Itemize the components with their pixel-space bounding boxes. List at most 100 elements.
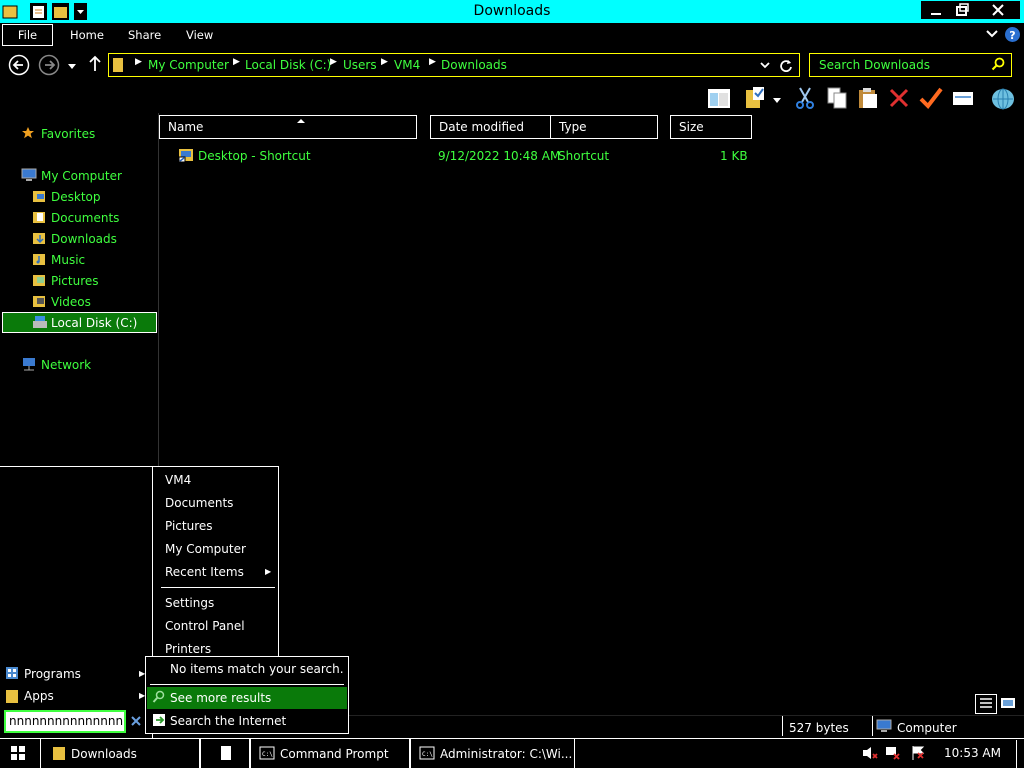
file-name[interactable]: Desktop - Shortcut <box>198 149 311 163</box>
tab-share[interactable]: Share <box>128 28 161 42</box>
nav-local-disk: Local Disk (C:) <box>51 316 138 330</box>
refresh-icon[interactable] <box>779 58 793 75</box>
start-pictures[interactable]: Pictures <box>165 519 213 533</box>
start-search-input[interactable]: nnnnnnnnnnnnnnnnnnnn <box>4 710 126 733</box>
search-small-icon <box>152 690 166 707</box>
popup-separator <box>150 684 344 685</box>
nav-videos[interactable]: Videos <box>51 295 91 309</box>
column-header-name-label: Name <box>168 120 204 134</box>
status-computer-icon <box>876 718 892 737</box>
column-header-size[interactable]: Size <box>670 115 752 139</box>
file-size: 1 KB <box>720 149 748 163</box>
column-header-date[interactable]: Date modified <box>430 115 552 139</box>
expand-ribbon-icon[interactable] <box>985 27 999 44</box>
tab-home[interactable]: Home <box>70 28 104 42</box>
restore-button[interactable] <box>947 1 977 19</box>
copy-icon[interactable] <box>825 86 849 110</box>
large-icons-view-icon[interactable] <box>1000 696 1016 713</box>
title-bar: Downloads <box>0 0 1024 23</box>
details-view-icon[interactable] <box>975 694 997 714</box>
clock[interactable]: 10:53 AM <box>944 746 1001 760</box>
cut-icon[interactable] <box>793 86 817 110</box>
address-bar[interactable]: ▶ My Computer ▶ Local Disk (C:) ▶ Users … <box>108 53 800 77</box>
cmd-icon: C:\ <box>259 746 275 763</box>
start-recent-items[interactable]: Recent Items <box>165 565 244 579</box>
see-more-results-item[interactable]: See more results <box>147 687 347 709</box>
mail-icon[interactable] <box>951 86 975 110</box>
help-icon[interactable]: ? <box>1004 26 1021 46</box>
taskbar-command-prompt[interactable]: C:\ Command Prompt <box>250 739 410 768</box>
nav-downloads[interactable]: Downloads <box>51 232 117 246</box>
network-status-icon[interactable] <box>885 745 901 764</box>
apps-icon <box>5 688 19 707</box>
downloads-folder-icon <box>32 231 46 245</box>
tab-view[interactable]: View <box>186 28 213 42</box>
address-history-chevron-icon[interactable] <box>759 60 771 74</box>
rename-check-icon[interactable] <box>919 86 943 110</box>
start-printers[interactable]: Printers <box>165 642 211 656</box>
column-header-name[interactable]: Name <box>159 115 417 139</box>
folder-icon <box>112 56 128 77</box>
close-button[interactable] <box>976 1 1020 19</box>
start-button-windows-icon[interactable] <box>10 745 26 764</box>
tab-file[interactable]: File <box>2 24 53 46</box>
status-divider <box>872 716 873 736</box>
start-control-panel[interactable]: Control Panel <box>165 619 245 633</box>
paste-icon[interactable] <box>856 86 880 110</box>
forward-icon[interactable] <box>38 54 60 79</box>
globe-icon[interactable] <box>990 86 1014 110</box>
breadcrumb-local-disk[interactable]: Local Disk (C:) <box>245 58 331 72</box>
breadcrumb-downloads[interactable]: Downloads <box>441 58 507 72</box>
search-icon[interactable] <box>991 57 1005 74</box>
nav-music[interactable]: Music <box>51 253 85 267</box>
column-header-type[interactable]: Type <box>550 115 658 139</box>
search-internet-item[interactable]: Search the Internet <box>147 710 347 732</box>
volume-muted-icon[interactable] <box>861 745 879 764</box>
ribbon-tabs: File Home Share View ? <box>0 23 1024 47</box>
status-location: Computer <box>897 721 957 735</box>
taskbar-downloads[interactable]: Downloads <box>40 739 200 768</box>
sort-ascending-icon <box>297 112 305 126</box>
action-center-icon[interactable] <box>910 745 926 764</box>
start-vm4[interactable]: VM4 <box>165 473 191 487</box>
delete-icon[interactable] <box>887 86 911 110</box>
start-my-computer[interactable]: My Computer <box>165 542 246 556</box>
column-header-date-label: Date modified <box>439 120 525 134</box>
breadcrumb-vm4[interactable]: VM4 <box>394 58 420 72</box>
start-apps[interactable]: Apps <box>24 689 54 703</box>
nav-desktop[interactable]: Desktop <box>51 190 101 204</box>
breadcrumb-my-computer[interactable]: My Computer <box>148 58 229 72</box>
programs-icon <box>5 666 19 683</box>
nav-network[interactable]: Network <box>41 358 91 372</box>
start-settings[interactable]: Settings <box>165 596 214 610</box>
clear-search-icon[interactable] <box>130 715 142 730</box>
preview-pane-icon[interactable] <box>707 86 731 110</box>
breadcrumb-users[interactable]: Users <box>343 58 377 72</box>
start-documents[interactable]: Documents <box>165 496 233 510</box>
svg-text:?: ? <box>1009 29 1015 42</box>
back-icon[interactable] <box>8 54 30 79</box>
start-programs[interactable]: Programs <box>24 667 81 681</box>
status-divider <box>782 716 783 736</box>
recent-locations-dropdown-icon[interactable] <box>67 60 77 74</box>
properties-folder-icon[interactable] <box>744 86 768 110</box>
taskbar-notepad[interactable] <box>200 739 250 768</box>
recent-items-arrow-icon: ▶ <box>265 567 272 576</box>
nav-local-disk-selected[interactable]: Local Disk (C:) <box>2 312 157 333</box>
shortcut-icon <box>178 147 194 166</box>
search-downloads-input[interactable]: Search Downloads <box>809 53 1012 77</box>
nav-my-computer[interactable]: My Computer <box>41 169 122 183</box>
file-type: Shortcut <box>558 149 610 163</box>
nav-favorites[interactable]: Favorites <box>41 127 95 141</box>
videos-folder-icon <box>32 294 46 308</box>
svg-text:C:\: C:\ <box>422 751 433 758</box>
start-menu-left-panel <box>0 466 153 738</box>
desktop-folder-icon <box>32 189 46 203</box>
taskbar-command-prompt-label: Command Prompt <box>280 747 389 761</box>
taskbar-administrator-cmd[interactable]: C:\ Administrator: C:\Wi... <box>410 739 575 768</box>
show-desktop-button[interactable] <box>1016 740 1017 768</box>
organize-dropdown-icon[interactable] <box>772 94 782 104</box>
nav-documents[interactable]: Documents <box>51 211 119 225</box>
nav-pictures[interactable]: Pictures <box>51 274 99 288</box>
up-icon[interactable] <box>88 55 102 76</box>
